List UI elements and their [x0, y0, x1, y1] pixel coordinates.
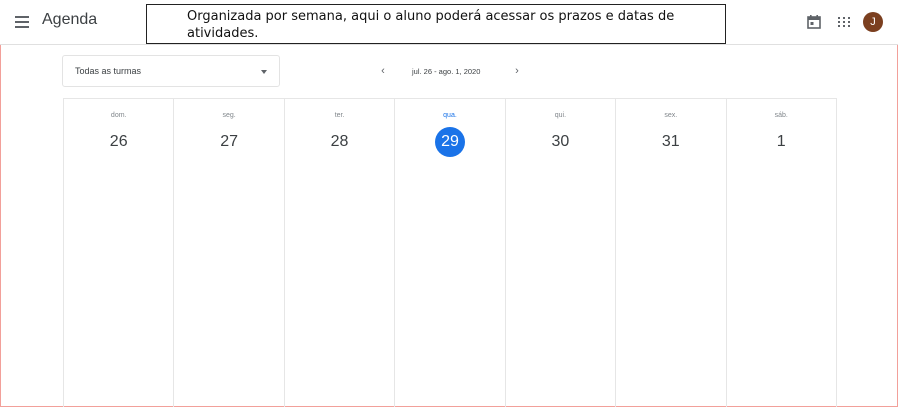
day-column-mon[interactable]: seg. 27 [174, 99, 285, 407]
day-number: 31 [661, 133, 680, 150]
top-app-bar: Agenda Organizada por semana, aqui o alu… [0, 0, 898, 45]
day-number: 27 [220, 133, 239, 150]
day-column-wed-today[interactable]: qua. 29 [395, 99, 506, 407]
menu-icon[interactable] [12, 12, 32, 32]
annotation-callout: Organizada por semana, aqui o aluno pode… [146, 4, 726, 44]
class-filter-select[interactable]: Todas as turmas [62, 55, 280, 87]
next-week-button[interactable]: › [512, 65, 522, 77]
class-filter-value: Todas as turmas [75, 66, 142, 76]
chevron-down-icon [261, 70, 267, 74]
day-number: 30 [551, 133, 570, 150]
day-column-tue[interactable]: ter. 28 [285, 99, 396, 407]
prev-week-button[interactable]: ‹ [378, 65, 388, 77]
today-day-number: 29 [434, 127, 465, 157]
day-name: qua. [443, 112, 457, 119]
week-calendar: dom. 26 seg. 27 ter. 28 qua. 29 qui. 30 … [63, 98, 837, 407]
day-name: ter. [334, 112, 345, 119]
day-name: sex. [664, 112, 678, 119]
week-range-label: jul. 26 - ago. 1, 2020 [412, 67, 481, 76]
day-name: seg. [222, 112, 236, 119]
day-number: 26 [109, 133, 128, 150]
day-number: 28 [330, 133, 349, 150]
day-column-sat[interactable]: sáb. 1 [727, 99, 836, 407]
day-name: dom. [110, 112, 127, 119]
day-column-thu[interactable]: qui. 30 [506, 99, 617, 407]
calendar-icon[interactable] [805, 13, 823, 31]
avatar[interactable]: J [863, 12, 883, 32]
day-column-fri[interactable]: sex. 31 [616, 99, 727, 407]
day-name: sáb. [774, 112, 788, 119]
day-name: qui. [554, 112, 567, 119]
apps-grid-icon[interactable] [835, 13, 853, 31]
day-number: 1 [776, 133, 786, 150]
day-column-sun[interactable]: dom. 26 [64, 99, 175, 407]
app-title: Agenda [42, 11, 98, 28]
